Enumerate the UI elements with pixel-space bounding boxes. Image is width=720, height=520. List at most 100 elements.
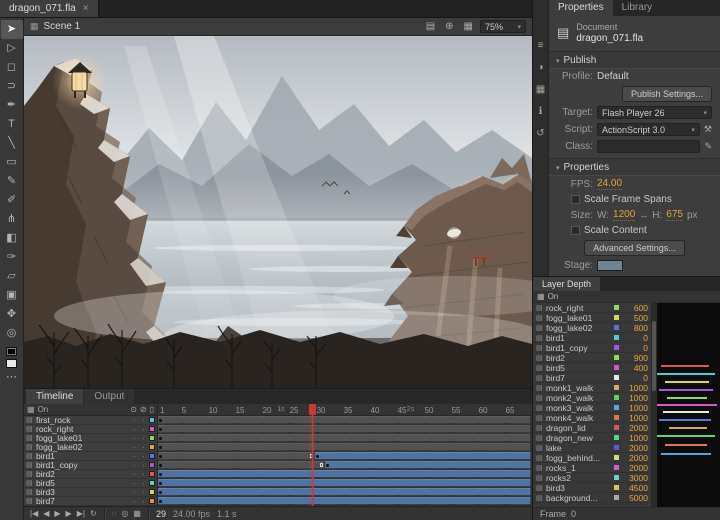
wrench-icon[interactable]: ⚒ [704,124,712,135]
stage-color-swatch[interactable] [597,260,623,271]
layer-depth-row[interactable]: ▤bird1_copy0 [533,343,651,353]
onion-skin-outlines-icon[interactable]: ◎ [121,509,128,518]
lasso-tool-icon[interactable]: ⊃ [1,77,23,96]
frame-span[interactable] [158,479,531,486]
frame-span[interactable] [158,425,531,432]
publish-section-header[interactable]: ▾ Publish [549,51,720,69]
width-value[interactable]: 1200 [613,209,635,221]
layer-outline-color[interactable] [149,498,155,504]
layer-lock-dot[interactable]: · [140,488,147,497]
layer-depth-value[interactable]: 5000 [622,493,648,503]
layer-depth-row[interactable]: ▤monk1_walk1000 [533,383,651,393]
layer-depth-row[interactable]: ▤fogg_behind...2000 [533,453,651,463]
frame-span[interactable] [158,488,531,495]
advanced-settings-button[interactable]: Advanced Settings... [584,240,685,256]
tab-library[interactable]: Library [613,0,662,16]
layer-depth-value[interactable]: 1000 [622,383,648,393]
layer-depth-value[interactable]: 500 [622,313,648,323]
text-tool-icon[interactable]: T [1,115,23,134]
hand-tool-icon[interactable]: ✥ [1,305,23,324]
layer-depth-row[interactable]: ▤monk4_walk1000 [533,413,651,423]
layer-depth-row[interactable]: ▤dragon_lid2000 [533,423,651,433]
layer-depth-row[interactable]: ▤rocks23000 [533,473,651,483]
scene-breadcrumb[interactable]: Scene 1 [44,21,81,32]
fill-color-chip[interactable] [6,359,17,368]
pencil-tool-icon[interactable]: ✎ [1,172,23,191]
frame-span[interactable] [325,461,530,468]
layer-lock-dot[interactable]: · [140,434,147,443]
layer-lock-dot[interactable]: · [140,425,147,434]
layer-depth-row[interactable]: ▤dragon_new1000 [533,433,651,443]
layer-depth-value[interactable]: 800 [622,323,648,333]
layer-depth-value[interactable]: 4500 [622,483,648,493]
zoom-tool-icon[interactable]: ◎ [1,324,23,343]
layer-depth-row[interactable]: ▤monk3_walk1000 [533,403,651,413]
edit-pencil-icon[interactable]: ✎ [704,141,712,152]
scrollbar-thumb[interactable] [652,321,656,391]
play-button[interactable]: ▶ [54,509,60,518]
frame-span[interactable] [158,452,315,459]
scale-content-checkbox[interactable] [571,226,580,235]
grid-icon[interactable]: ▦ [462,21,475,32]
layer-lock-dot[interactable]: · [140,479,147,488]
layer-outline-color[interactable] [149,480,155,486]
layer-depth-row[interactable]: ▤bird70 [533,373,651,383]
tool-options-icon[interactable]: ⋯ [1,368,23,387]
height-value[interactable]: 675 [666,209,683,221]
layer-depth-row[interactable]: ▤background...5000 [533,493,651,503]
brush-tool-icon[interactable]: ✐ [1,191,23,210]
frame-span[interactable] [158,461,325,468]
close-icon[interactable]: × [83,3,89,14]
layer-depth-row[interactable]: ▤fogg_lake01500 [533,313,651,323]
layer-outline-color[interactable] [149,471,155,477]
layer-depth-value[interactable]: 400 [622,363,648,373]
frame-ruler[interactable]: 1s2s15101520253035404550556065 [158,404,532,416]
frame-row[interactable] [158,488,532,497]
step-back-button[interactable]: ◀ [43,509,49,518]
frame-row[interactable] [158,425,532,434]
layer-lock-dot[interactable]: · [140,452,147,461]
lock-all-icon[interactable]: ⊘ [140,405,147,414]
rectangle-tool-icon[interactable]: ▭ [1,153,23,172]
pen-tool-icon[interactable]: ✒ [1,96,23,115]
layer-depth-row[interactable]: ▤rocks_12000 [533,463,651,473]
zoom-select[interactable]: 75% ▾ [480,20,526,33]
playhead[interactable] [312,404,313,506]
bone-tool-icon[interactable]: ⋔ [1,210,23,229]
layer-lock-dot[interactable]: · [140,416,147,425]
edit-multiple-frames-icon[interactable]: ▦ [133,509,141,518]
go-to-first-frame-button[interactable]: |◀ [30,509,38,518]
script-select[interactable]: ActionScript 3.0 ▾ [597,123,700,136]
layer-visibility-dot[interactable]: · [131,452,138,461]
clapperboard-icon[interactable]: ▤ [424,21,437,32]
frame-row[interactable] [158,416,532,425]
layer-depth-value[interactable]: 0 [622,343,648,353]
camera-tool-icon[interactable]: ▣ [1,286,23,305]
layer-depth-row[interactable]: ▤bird2900 [533,353,651,363]
line-tool-icon[interactable]: ╲ [1,134,23,153]
class-input[interactable] [597,140,700,153]
free-transform-tool-icon[interactable]: ◻ [1,58,23,77]
fps-readout[interactable]: 24.00 fps [173,509,210,519]
history-panel-icon[interactable]: ↺ [536,128,544,139]
layer-depth-row[interactable]: ▤bird10 [533,333,651,343]
layer-lock-dot[interactable]: · [140,443,147,452]
grid-icon[interactable]: ▦ [537,292,545,301]
publish-settings-button[interactable]: Publish Settings... [622,86,712,102]
layer-visibility-dot[interactable]: · [131,443,138,452]
frame-span[interactable] [158,443,531,450]
layer-lock-dot[interactable]: · [140,470,147,479]
layer-depth-value[interactable]: 1000 [622,433,648,443]
loop-button[interactable]: ↻ [90,509,97,518]
layer-visibility-dot[interactable]: · [131,416,138,425]
layer-visibility-dot[interactable]: · [131,479,138,488]
stroke-color-chip[interactable] [6,347,17,356]
layer-depth-toggle-icon[interactable]: ▦ [27,405,35,414]
eyedropper-tool-icon[interactable]: ✑ [1,248,23,267]
eraser-tool-icon[interactable]: ▱ [1,267,23,286]
step-forward-button[interactable]: ▶ [66,509,72,518]
frame-span[interactable] [158,416,531,423]
swatches-panel-icon[interactable]: ▦ [536,84,545,95]
tab-timeline[interactable]: Timeline [26,389,83,404]
layer-depth-row[interactable]: ▤lake2000 [533,443,651,453]
